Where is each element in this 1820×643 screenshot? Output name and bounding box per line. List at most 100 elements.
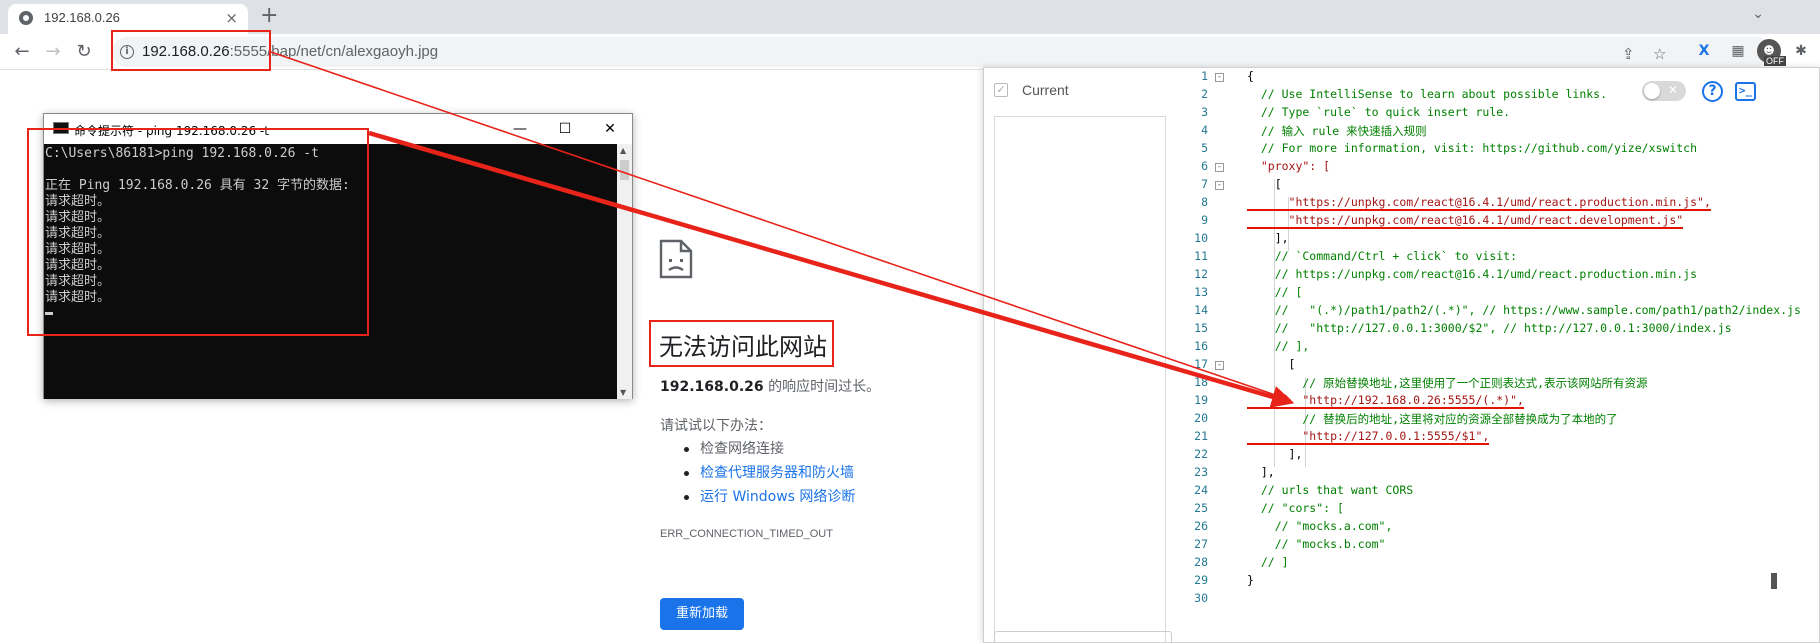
code-line: // "cors": [ [1247,501,1344,515]
share-icon[interactable]: ⇪ [1622,45,1635,63]
code-line: // Use IntelliSense to learn about possi… [1247,87,1608,101]
line-number: 20 [1194,411,1208,425]
help-icon[interactable]: ? [1702,81,1723,102]
reload-page-button[interactable]: 重新加载 [660,598,744,630]
code-line: // 原始替换地址,这里使用了一个正则表达式,表示该网站所有资源 [1247,376,1648,390]
cmd-maximize-button[interactable]: ☐ [552,117,578,141]
code-line: // https://unpkg.com/react@16.4.1/umd/re… [1247,267,1698,281]
code-line: // For more information, visit: https://… [1247,141,1698,155]
toggle-off-icon: ✕ [1667,83,1678,97]
code-line: // Type `rule` to quick insert rule. [1247,105,1511,119]
code-line: { [1247,69,1254,83]
cmd-close-button[interactable]: ✕ [597,117,623,141]
xswitch-panel: ✓ Current 1-{2 // Use IntelliSense to le… [983,67,1820,643]
fold-toggle-icon[interactable]: - [1215,181,1224,190]
sad-page-icon [659,239,693,279]
code-line: "https://unpkg.com/react@16.4.1/umd/reac… [1247,195,1711,211]
code-line: // ], [1247,339,1310,353]
error-description: 192.168.0.26 的响应时间过长。 [660,376,880,396]
check-icon[interactable]: ✓ [994,83,1008,97]
scroll-thumb[interactable] [620,160,629,180]
line-number: 30 [1194,591,1208,605]
try-label: 请试试以下办法： [660,418,772,434]
extensions-puzzle-icon[interactable]: ✱ [1789,39,1813,63]
code-line: ], [1247,447,1303,461]
cmd-scrollbar[interactable]: ▲ ▼ [617,144,632,399]
line-number: 11 [1194,249,1208,263]
annotation-box-cmd [27,128,369,336]
code-line: "https://unpkg.com/react@16.4.1/umd/reac… [1247,213,1684,229]
line-number: 24 [1194,483,1208,497]
error-code: ERR_CONNECTION_TIMED_OUT [660,528,833,540]
rule-code-editor[interactable]: 1-{2 // Use IntelliSense to learn about … [1184,68,1820,642]
code-line: "proxy": [ [1247,159,1331,173]
code-line: // 输入 rule 来快速插入规则 [1247,124,1427,138]
screenshot-stage: 192.168.0.26 × + ⌄ ← → ↻ i 192.168.0.26:… [0,0,1820,643]
current-rule-label: Current [1022,82,1069,98]
xswitch-off-badge: OFF [1764,56,1786,66]
scroll-up-icon[interactable]: ▲ [620,146,626,155]
line-number: 29 [1194,573,1208,587]
line-number: 27 [1194,537,1208,551]
forward-button[interactable]: → [40,39,66,65]
code-line: "http://192.168.0.26:5555/(.*)", [1247,393,1524,409]
fold-toggle-icon[interactable]: - [1215,163,1224,172]
line-number: 16 [1194,339,1208,353]
toggle-knob [1644,83,1660,99]
code-line: [ [1247,177,1282,191]
line-number: 26 [1194,519,1208,533]
scroll-down-icon[interactable]: ▼ [620,388,626,397]
terminal-icon[interactable]: >_ [1735,82,1756,101]
new-tab-button[interactable]: + [260,4,278,28]
tab-strip: 192.168.0.26 × + ⌄ [0,0,1820,34]
line-number: 8 [1201,195,1208,209]
tab-title: 192.168.0.26 [44,10,120,25]
line-number: 2 [1201,87,1208,101]
tab-close-icon[interactable]: × [225,8,238,28]
line-number: 4 [1201,123,1208,137]
line-number: 15 [1194,321,1208,335]
code-line: // "mocks.a.com", [1247,519,1393,533]
code-line: // "http://127.0.0.1:3000/$2", // http:/… [1247,321,1732,335]
current-rule-item[interactable]: ✓ Current [994,78,1184,104]
line-number: 5 [1201,141,1208,155]
browser-toolbar: ← → ↻ i 192.168.0.26:5555/bap/net/cn/ale… [0,34,1820,70]
line-number: 14 [1194,303,1208,317]
back-button[interactable]: ← [9,39,35,65]
suggestion-check-network: 检查网络连接 [680,437,855,461]
code-line: [ [1247,357,1296,371]
editor-scrollbar[interactable] [1771,573,1777,589]
line-number: 1 [1201,69,1208,83]
error-host: 192.168.0.26 [660,379,764,395]
line-number: 18 [1194,375,1208,389]
proxy-toggle[interactable]: ✕ [1642,81,1686,101]
annotation-box-url [111,30,271,71]
bookmark-star-icon[interactable]: ☆ [1653,45,1666,63]
code-line: // "mocks.b.com" [1247,537,1386,551]
new-rule-input[interactable] [994,631,1172,643]
line-number: 12 [1194,267,1208,281]
line-number: 7 [1201,177,1208,191]
cmd-minimize-button[interactable]: — [507,117,533,141]
line-number: 9 [1201,213,1208,227]
code-line: } [1247,573,1254,587]
annotation-box-error-title [649,320,834,367]
fold-toggle-icon[interactable]: - [1215,361,1224,370]
translate-extension-icon[interactable]: X [1692,39,1716,63]
line-number: 23 [1194,465,1208,479]
code-line: ], [1247,231,1289,245]
fold-toggle-icon[interactable]: - [1215,73,1224,82]
tab-search-icon[interactable]: ⌄ [1752,6,1764,22]
line-number: 6 [1201,159,1208,173]
xswitch-rules-sidebar: ✓ Current [984,68,1184,643]
suggestion-check-proxy-link[interactable]: 检查代理服务器和防火墙 [680,461,855,485]
extension-grid-icon[interactable]: ▦ [1726,39,1750,63]
code-line: // 替换后的地址,这里将对应的资源全部替换成为了本地的了 [1247,412,1618,426]
code-line: "http://127.0.0.1:5555/$1", [1247,429,1490,445]
address-bar[interactable]: i 192.168.0.26:5555/bap/net/cn/alexgaoyh… [112,37,1772,67]
code-line: ], [1247,465,1275,479]
suggestion-list: 检查网络连接 检查代理服务器和防火墙 运行 Windows 网络诊断 [680,437,855,509]
reload-button[interactable]: ↻ [71,39,97,65]
code-line: // "(.*)/path1/path2/(.*)", // https://w… [1247,303,1801,317]
suggestion-network-diagnostics-link[interactable]: 运行 Windows 网络诊断 [680,485,855,509]
